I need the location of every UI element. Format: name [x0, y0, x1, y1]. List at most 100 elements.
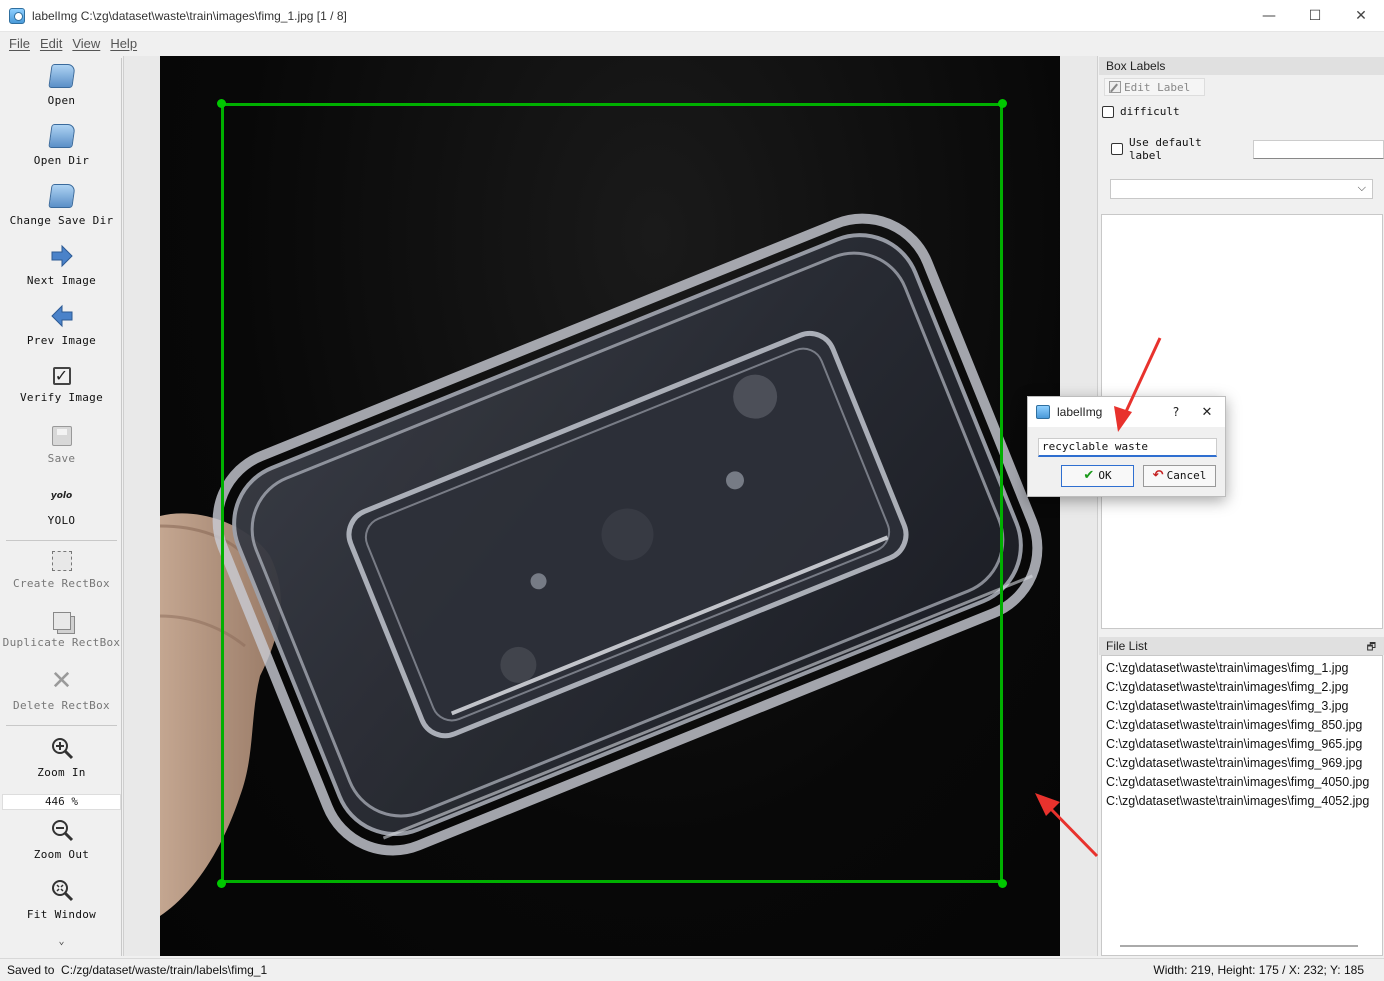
undo-arrow-icon: ↶ [1152, 468, 1164, 483]
duplicate-rectbox-button[interactable]: Duplicate RectBox [2, 603, 121, 663]
file-list[interactable]: C:\zg\dataset\waste\train\images\fimg_1.… [1101, 655, 1383, 956]
file-list-title: File List 🗗 [1099, 637, 1384, 655]
duplicate-icon [52, 612, 71, 630]
arrow-left-icon [50, 304, 72, 328]
difficult-row: difficult [1102, 105, 1180, 118]
duplicate-rectbox-label: Duplicate RectBox [2, 636, 121, 649]
labelimg-app-icon [9, 7, 25, 24]
default-label-row: Use default label [1111, 136, 1384, 162]
chevron-down-icon: ⌵ [1357, 181, 1366, 194]
window-controls: — ☐ ✕ [1246, 0, 1384, 32]
create-rectbox-label: Create RectBox [13, 577, 110, 590]
image-photo [160, 56, 1060, 956]
use-default-label-checkbox[interactable] [1111, 143, 1123, 155]
cancel-label: Cancel [1166, 469, 1207, 482]
status-bar: Saved to C:/zg/dataset/waste/train/label… [0, 958, 1384, 981]
zoom-in-button[interactable]: Zoom In [2, 728, 121, 794]
fit-window-label: Fit Window [26, 908, 97, 921]
bbox-handle-bottom-left[interactable] [217, 879, 226, 888]
toolbar-divider [6, 725, 117, 726]
label-combo-box[interactable]: ⌵ [1110, 179, 1373, 199]
zoom-out-button[interactable]: Zoom Out [2, 812, 121, 872]
bbox-handle-top-left[interactable] [217, 99, 226, 108]
change-save-dir-button[interactable]: Change Save Dir [2, 178, 121, 238]
save-button[interactable]: Save [2, 418, 121, 478]
bbox-handle-top-right[interactable] [998, 99, 1007, 108]
open-label: Open [47, 94, 76, 107]
file-list-header: File List 🗗 [1099, 636, 1384, 655]
edit-label-text: Edit Label [1124, 80, 1191, 94]
fit-window-button[interactable]: Fit Window [2, 872, 121, 932]
file-list-title-text: File List [1106, 639, 1148, 653]
file-list-item[interactable]: C:\zg\dataset\waste\train\images\fimg_2.… [1102, 678, 1382, 697]
label-text-input[interactable]: recyclable waste [1038, 438, 1217, 457]
box-labels-title-text: Box Labels [1106, 59, 1166, 73]
file-list-item[interactable]: C:\zg\dataset\waste\train\images\fimg_3.… [1102, 697, 1382, 716]
open-dir-label: Open Dir [33, 154, 90, 167]
create-rect-icon [51, 551, 72, 571]
window-title: labelImg C:\zg\dataset\waste\train\image… [32, 8, 347, 23]
zoom-out-label: Zoom Out [33, 848, 90, 861]
arrow-right-icon [51, 244, 73, 268]
status-box-info: Width: 219, Height: 175 / X: 232; Y: 185 [1153, 963, 1364, 977]
horizontal-scrollbar[interactable] [1120, 945, 1358, 947]
dialog-titlebar: labelImg ? ✕ [1028, 397, 1225, 427]
ok-button[interactable]: ✔ OK [1061, 465, 1134, 487]
right-dock: Box Labels Edit Label difficult Use defa… [1099, 56, 1384, 956]
minimize-button[interactable]: — [1246, 0, 1292, 32]
file-list-item[interactable]: C:\zg\dataset\waste\train\images\fimg_40… [1102, 773, 1382, 792]
bounding-box[interactable] [221, 103, 1003, 883]
folder-save-icon [47, 184, 76, 208]
menu-help[interactable]: Help [105, 36, 142, 51]
ok-label: OK [1098, 469, 1112, 482]
delete-icon: ✕ [50, 666, 73, 696]
image-canvas[interactable] [123, 56, 1098, 956]
dialog-title: labelImg [1057, 405, 1103, 419]
toolbar-more-chevron-icon[interactable]: ⌄ [2, 936, 121, 947]
create-rectbox-button[interactable]: Create RectBox [2, 543, 121, 603]
maximize-button[interactable]: ☐ [1292, 0, 1338, 32]
bbox-handle-bottom-right[interactable] [998, 879, 1007, 888]
edit-label-button[interactable]: Edit Label [1104, 78, 1206, 96]
prev-image-label: Prev Image [26, 334, 97, 347]
cancel-button[interactable]: ↶ Cancel [1143, 465, 1216, 487]
menubar: File Edit View Help [0, 32, 1384, 54]
next-image-button[interactable]: Next Image [2, 238, 121, 298]
folder-icon [47, 124, 76, 148]
file-list-item[interactable]: C:\zg\dataset\waste\train\images\fimg_40… [1102, 792, 1382, 811]
save-disk-icon [51, 426, 72, 446]
dialog-close-button[interactable]: ✕ [1189, 405, 1225, 420]
checkbox-verify-icon: ✓ [52, 367, 71, 385]
zoom-level-field[interactable]: 446 % [2, 794, 121, 810]
file-list-item[interactable]: C:\zg\dataset\waste\train\images\fimg_85… [1102, 716, 1382, 735]
prev-image-button[interactable]: Prev Image [2, 298, 121, 358]
difficult-label: difficult [1120, 105, 1180, 118]
yolo-icon: yolo [50, 491, 73, 501]
open-button[interactable]: Open [2, 58, 121, 118]
window-titlebar: labelImg C:\zg\dataset\waste\train\image… [0, 0, 1384, 32]
file-list-item[interactable]: C:\zg\dataset\waste\train\images\fimg_96… [1102, 754, 1382, 773]
format-toggle-button[interactable]: yolo YOLO [2, 478, 121, 538]
next-image-label: Next Image [26, 274, 97, 287]
difficult-checkbox[interactable] [1102, 105, 1114, 118]
open-dir-button[interactable]: Open Dir [2, 118, 121, 178]
labelimg-app-icon [1036, 405, 1050, 419]
zoom-out-icon [51, 820, 73, 842]
zoom-in-icon [51, 738, 73, 760]
file-list-item[interactable]: C:\zg\dataset\waste\train\images\fimg_96… [1102, 735, 1382, 754]
close-button[interactable]: ✕ [1338, 0, 1384, 32]
menu-edit[interactable]: Edit [35, 36, 67, 51]
delete-rectbox-label: Delete RectBox [13, 699, 110, 712]
edit-pencil-icon [1109, 81, 1121, 93]
use-default-label-text: Use default label [1128, 136, 1202, 162]
save-label: Save [47, 452, 76, 465]
delete-rectbox-button[interactable]: ✕ Delete RectBox [2, 663, 121, 723]
menu-file[interactable]: File [4, 36, 35, 51]
default-label-input[interactable] [1252, 139, 1384, 159]
menu-view[interactable]: View [67, 36, 105, 51]
dialog-help-button[interactable]: ? [1163, 405, 1189, 419]
file-list-item[interactable]: C:\zg\dataset\waste\train\images\fimg_1.… [1102, 659, 1382, 678]
verify-image-button[interactable]: ✓ Verify Image [2, 358, 121, 418]
checkmark-icon: ✔ [1083, 468, 1095, 483]
box-labels-title: Box Labels [1099, 57, 1384, 75]
